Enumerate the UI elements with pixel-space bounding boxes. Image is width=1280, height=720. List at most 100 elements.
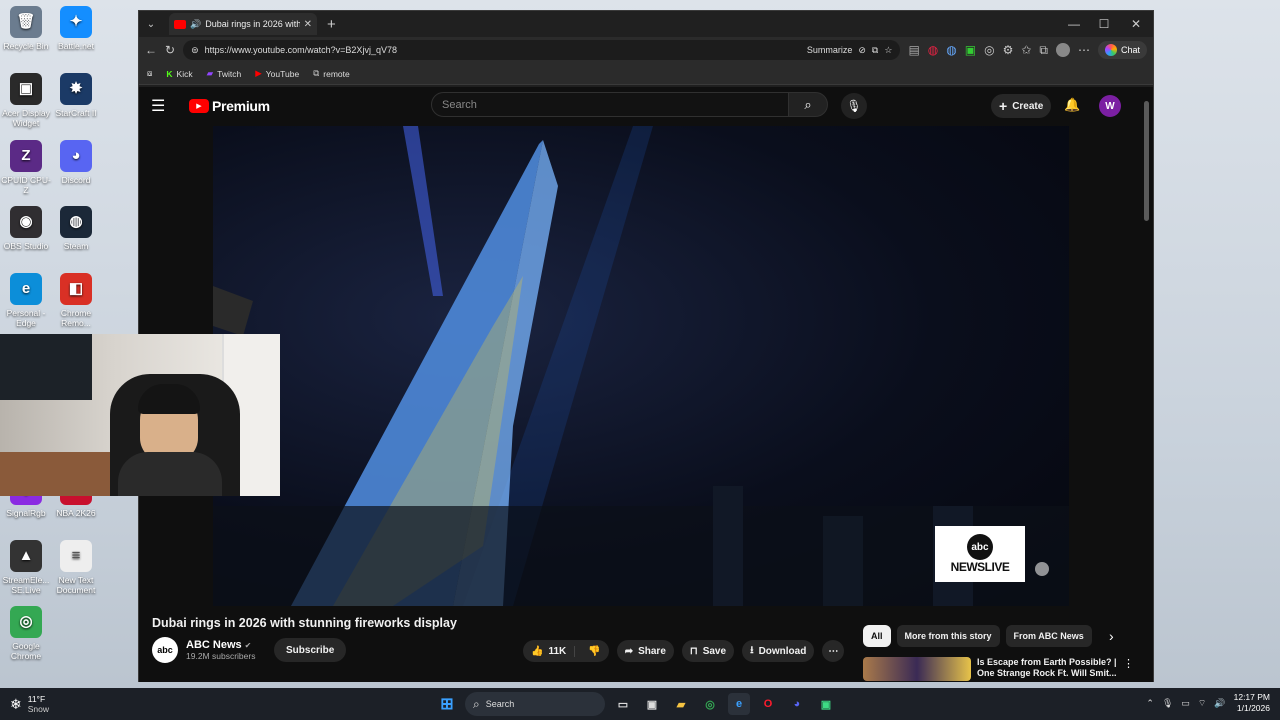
new-tab-icon[interactable]: + — [327, 16, 336, 33]
subscribe-button[interactable]: Subscribe — [274, 638, 347, 662]
extension-icon[interactable]: ◍ — [946, 43, 956, 57]
desktop-app-icon: ◍ — [60, 206, 92, 238]
desktop-icon[interactable]: ◉ OBS Studio — [0, 206, 52, 251]
more-actions-button[interactable]: ⋯ — [822, 640, 845, 662]
tab-actions-icon[interactable]: ⌄ — [139, 19, 163, 30]
chip-from-abc-news[interactable]: From ABC News — [1005, 625, 1092, 647]
desktop-icon[interactable]: ✦ Battle.net — [50, 6, 102, 51]
desktop-icon[interactable]: ▲ StreamEle... SE.Live — [0, 540, 52, 595]
download-button[interactable]: ⭳ Download — [742, 640, 815, 662]
desktop-icon[interactable]: ✸ StarCraft II — [50, 73, 102, 118]
desktop-icon-label: Discord — [61, 175, 91, 185]
volume-icon[interactable]: 🔊 — [1214, 698, 1225, 709]
desktop-icon[interactable]: ◧ Chrome Remo... — [50, 273, 102, 328]
youtube-logo[interactable]: ▶ Premium — [189, 98, 270, 114]
refresh-icon[interactable]: ↻ — [165, 43, 175, 57]
chat-button[interactable]: Chat — [1097, 41, 1147, 59]
tray-chevron-icon[interactable]: ⌃ — [1146, 698, 1154, 709]
channel-avatar[interactable]: abc — [152, 637, 178, 663]
site-info-icon[interactable]: ⊜ — [191, 45, 199, 56]
microphone-icon[interactable]: 🎙 — [1162, 698, 1173, 709]
desktop-icon[interactable]: e Personal - Edge — [0, 273, 52, 328]
recommendation-thumbnail[interactable] — [863, 657, 971, 681]
youtube-logo-icon: ▶ — [189, 99, 209, 113]
create-button[interactable]: + Create — [991, 94, 1052, 118]
desktop-icon[interactable]: Z CPUID CPU-Z — [0, 140, 52, 195]
chips-next-icon[interactable]: › — [1109, 628, 1114, 644]
weather-widget[interactable]: ❄ 11°F Snow — [10, 694, 49, 714]
recommendation-menu-icon[interactable]: ⋮ — [1123, 657, 1134, 681]
taskbar-search-icon: ⌕ — [473, 696, 480, 711]
maximize-icon[interactable]: ☐ — [1089, 17, 1119, 31]
wifi-icon[interactable]: ⌔ — [1198, 698, 1206, 709]
account-avatar[interactable]: W — [1099, 95, 1121, 117]
url-text[interactable]: https://www.youtube.com/watch?v=B2Xjvj_q… — [205, 45, 801, 55]
extension-icon[interactable]: ▣ — [965, 43, 976, 57]
extension-icon[interactable]: ◎ — [984, 43, 994, 57]
desktop-icon[interactable]: 🗑 Recycle Bin — [0, 6, 52, 51]
clock[interactable]: 12:17 PM 1/1/2026 — [1234, 692, 1270, 714]
back-icon[interactable]: ← — [145, 43, 157, 57]
collections-icon[interactable]: ⧉ — [1039, 43, 1048, 58]
desktop-icon-label: NBA 2K26 — [56, 508, 96, 518]
premium-label: Premium — [212, 98, 270, 114]
start-windows-icon[interactable]: ⊞ — [436, 693, 458, 715]
more-menu-icon[interactable]: ⋯ — [1078, 43, 1090, 57]
bookmark-youtube[interactable]: ▶ YouTube — [255, 68, 299, 79]
chip-more-from-story[interactable]: More from this story — [896, 625, 1000, 647]
search-button[interactable]: ⌕ — [788, 92, 828, 117]
share-button[interactable]: ➦ Share — [616, 640, 674, 662]
address-bar-row: ← ↻ ⊜ https://www.youtube.com/watch?v=B2… — [139, 37, 1153, 63]
bookmark-twitch[interactable]: ▰ Twitch — [207, 68, 242, 79]
page-scrollbar[interactable] — [1144, 101, 1149, 221]
display-icon[interactable]: ▭ — [1181, 698, 1190, 709]
chip-all[interactable]: All — [863, 625, 891, 647]
bookmark-kick[interactable]: K Kick — [166, 69, 192, 79]
chrome-icon[interactable]: ◎ — [699, 693, 721, 715]
discord-icon[interactable]: ◕ — [786, 693, 808, 715]
download-label: Download — [758, 645, 807, 657]
summarize-button[interactable]: Summarize — [807, 45, 853, 55]
notifications-bell-icon[interactable]: 🔔 — [1064, 97, 1080, 113]
thumbs-down-icon[interactable]: 👎 — [580, 646, 608, 657]
like-button[interactable]: 👍 11K — [523, 645, 576, 657]
tab-close-icon[interactable]: ✕ — [304, 19, 312, 30]
channel-name[interactable]: ABC News — [186, 639, 242, 651]
tab-active[interactable]: 🔊 Dubai rings in 2026 with stunni ✕ — [169, 13, 317, 35]
file-explorer-icon[interactable]: ▰ — [670, 693, 692, 715]
task-view-icon[interactable]: ▭ — [612, 693, 634, 715]
taskbar-search-box[interactable]: ⌕ Search — [465, 692, 605, 716]
desktop-icon[interactable]: ◕ Discord — [50, 140, 102, 185]
bookmark-remote[interactable]: ⧉ remote — [313, 68, 350, 79]
extension-icon[interactable]: ▤ — [908, 43, 919, 57]
audio-icon[interactable]: 🔊 — [190, 19, 201, 30]
extension-icon[interactable]: ◍ — [928, 43, 938, 57]
desktop-icon[interactable]: ≡ New Text Document — [50, 540, 102, 595]
opera-icon[interactable]: O — [757, 693, 779, 715]
reader-icon[interactable]: ⧉ — [872, 45, 878, 56]
summarize-icon[interactable]: ⊘ — [858, 45, 866, 56]
profile-avatar-icon[interactable] — [1055, 43, 1070, 57]
tab-bar: ⌄ 🔊 Dubai rings in 2026 with stunni ✕ + … — [139, 11, 1153, 37]
close-window-icon[interactable]: ✕ — [1119, 17, 1153, 31]
favorite-star-icon[interactable]: ☆ — [884, 45, 892, 56]
favorites-icon[interactable]: ✩ — [1021, 43, 1031, 57]
voice-search-icon[interactable]: 🎙 — [841, 93, 867, 119]
edge-icon[interactable]: e — [728, 693, 750, 715]
app-icon[interactable]: ▣ — [815, 693, 837, 715]
desktop-icon[interactable]: ◍ Steam — [50, 206, 102, 251]
extension-icon[interactable]: ⚙ — [1003, 43, 1014, 57]
save-button[interactable]: ⊓ Save — [681, 640, 735, 662]
search-input[interactable]: Search — [431, 92, 789, 117]
address-bar[interactable]: ⊜ https://www.youtube.com/watch?v=B2Xjvj… — [183, 40, 901, 60]
desktop-icon[interactable]: ◎ Google Chrome — [0, 606, 52, 661]
bookmark-apps-icon[interactable]: ⧇ — [147, 68, 152, 79]
desktop-icon-label: New Text Document — [56, 575, 96, 595]
widgets-icon[interactable]: ▣ — [641, 693, 663, 715]
hamburger-menu-icon[interactable]: ☰ — [151, 96, 177, 116]
video-player[interactable]: abc NEWSLIVE — [213, 126, 1069, 606]
minimize-icon[interactable]: — — [1059, 17, 1089, 31]
desktop-icon[interactable]: ▣ Acer Display Widget — [0, 73, 52, 128]
recommendation-item[interactable]: Is Escape from Earth Possible? | One Str… — [863, 657, 1134, 681]
desktop-app-icon: Z — [10, 140, 42, 172]
